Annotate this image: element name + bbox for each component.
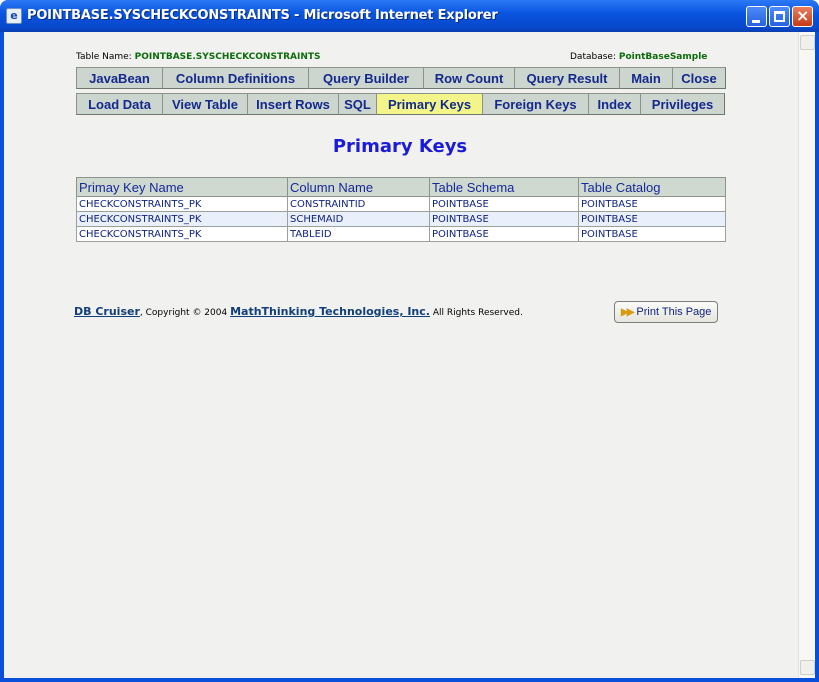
browser-window: e POINTBASE.SYSCHECKCONSTRAINTS - Micros…: [0, 0, 819, 682]
cell-table-schema: POINTBASE: [429, 196, 579, 212]
title-bar[interactable]: e POINTBASE.SYSCHECKCONSTRAINTS - Micros…: [0, 0, 819, 32]
tab-row-1: JavaBean Column Definitions Query Builde…: [76, 67, 726, 89]
tab-query-builder[interactable]: Query Builder: [308, 67, 424, 89]
cell-table-catalog: POINTBASE: [578, 211, 726, 227]
fast-forward-icon: ▶▶: [621, 306, 634, 318]
company-link[interactable]: MathThinking Technologies, Inc.: [230, 305, 430, 318]
tab-close[interactable]: Close: [672, 67, 726, 89]
close-window-button[interactable]: ×: [792, 6, 813, 27]
tab-row-2: Load Data View Table Insert Rows SQL Pri…: [76, 93, 726, 115]
scroll-up-button[interactable]: [800, 35, 815, 50]
database-value: PointBaseSample: [618, 52, 708, 62]
vertical-scrollbar[interactable]: [798, 32, 815, 678]
tab-foreign-keys[interactable]: Foreign Keys: [482, 93, 589, 115]
tab-column-definitions[interactable]: Column Definitions: [162, 67, 309, 89]
table-row: CHECKCONSTRAINTS_PK SCHEMAID POINTBASE P…: [76, 211, 726, 227]
print-button-label: Print This Page: [636, 306, 712, 318]
column-header: Table Catalog: [578, 177, 726, 197]
table-name-header: Table Name: POINTBASE.SYSCHECKCONSTRAINT…: [76, 52, 320, 62]
cell-table-catalog: POINTBASE: [578, 226, 726, 242]
database-label: Database:: [570, 52, 616, 62]
column-header: Column Name: [287, 177, 430, 197]
primary-keys-table: Primay Key Name Column Name Table Schema…: [76, 177, 726, 242]
tab-insert-rows[interactable]: Insert Rows: [247, 93, 339, 115]
tab-query-result[interactable]: Query Result: [514, 67, 620, 89]
cell-pk-name: CHECKCONSTRAINTS_PK: [76, 226, 288, 242]
print-page-button[interactable]: ▶▶ Print This Page: [614, 301, 718, 323]
tab-main[interactable]: Main: [619, 67, 673, 89]
copyright-text: , Copyright © 2004: [139, 308, 228, 318]
close-icon: ×: [796, 6, 810, 25]
cell-table-schema: POINTBASE: [429, 226, 579, 242]
table-name-value: POINTBASE.SYSCHECKCONSTRAINTS: [134, 52, 321, 62]
maximize-button[interactable]: [769, 6, 790, 27]
column-header: Primay Key Name: [76, 177, 288, 197]
tab-view-table[interactable]: View Table: [162, 93, 248, 115]
column-header: Table Schema: [429, 177, 579, 197]
ie-page-icon: e: [6, 8, 22, 24]
maximize-icon: [774, 11, 785, 22]
cell-column-name: CONSTRAINTID: [287, 196, 430, 212]
rights-text: All Rights Reserved.: [432, 308, 523, 318]
database-header: Database: PointBaseSample: [570, 52, 707, 62]
cell-pk-name: CHECKCONSTRAINTS_PK: [76, 211, 288, 227]
page-title: Primary Keys: [332, 136, 468, 157]
tab-index[interactable]: Index: [588, 93, 641, 115]
page-content: Table Name: POINTBASE.SYSCHECKCONSTRAINT…: [4, 32, 815, 678]
cell-table-catalog: POINTBASE: [578, 196, 726, 212]
table-header-row: Primay Key Name Column Name Table Schema…: [76, 177, 726, 197]
table-row: CHECKCONSTRAINTS_PK CONSTRAINTID POINTBA…: [76, 196, 726, 212]
scroll-down-button[interactable]: [800, 660, 815, 675]
tab-javabean[interactable]: JavaBean: [76, 67, 163, 89]
minimize-icon: [752, 20, 760, 23]
cell-table-schema: POINTBASE: [429, 211, 579, 227]
tab-privileges[interactable]: Privileges: [640, 93, 725, 115]
db-cruiser-link[interactable]: DB Cruiser: [74, 305, 140, 318]
minimize-button[interactable]: [746, 6, 767, 27]
tab-primary-keys[interactable]: Primary Keys: [376, 93, 483, 115]
tab-load-data[interactable]: Load Data: [76, 93, 163, 115]
table-name-label: Table Name:: [76, 52, 132, 62]
window-title: POINTBASE.SYSCHECKCONSTRAINTS - Microsof…: [27, 8, 498, 23]
tab-sql[interactable]: SQL: [338, 93, 377, 115]
cell-column-name: SCHEMAID: [287, 211, 430, 227]
tab-row-count[interactable]: Row Count: [423, 67, 515, 89]
table-row: CHECKCONSTRAINTS_PK TABLEID POINTBASE PO…: [76, 226, 726, 242]
footer: DB Cruiser, Copyright © 2004 MathThinkin…: [74, 305, 523, 318]
cell-column-name: TABLEID: [287, 226, 430, 242]
cell-pk-name: CHECKCONSTRAINTS_PK: [76, 196, 288, 212]
